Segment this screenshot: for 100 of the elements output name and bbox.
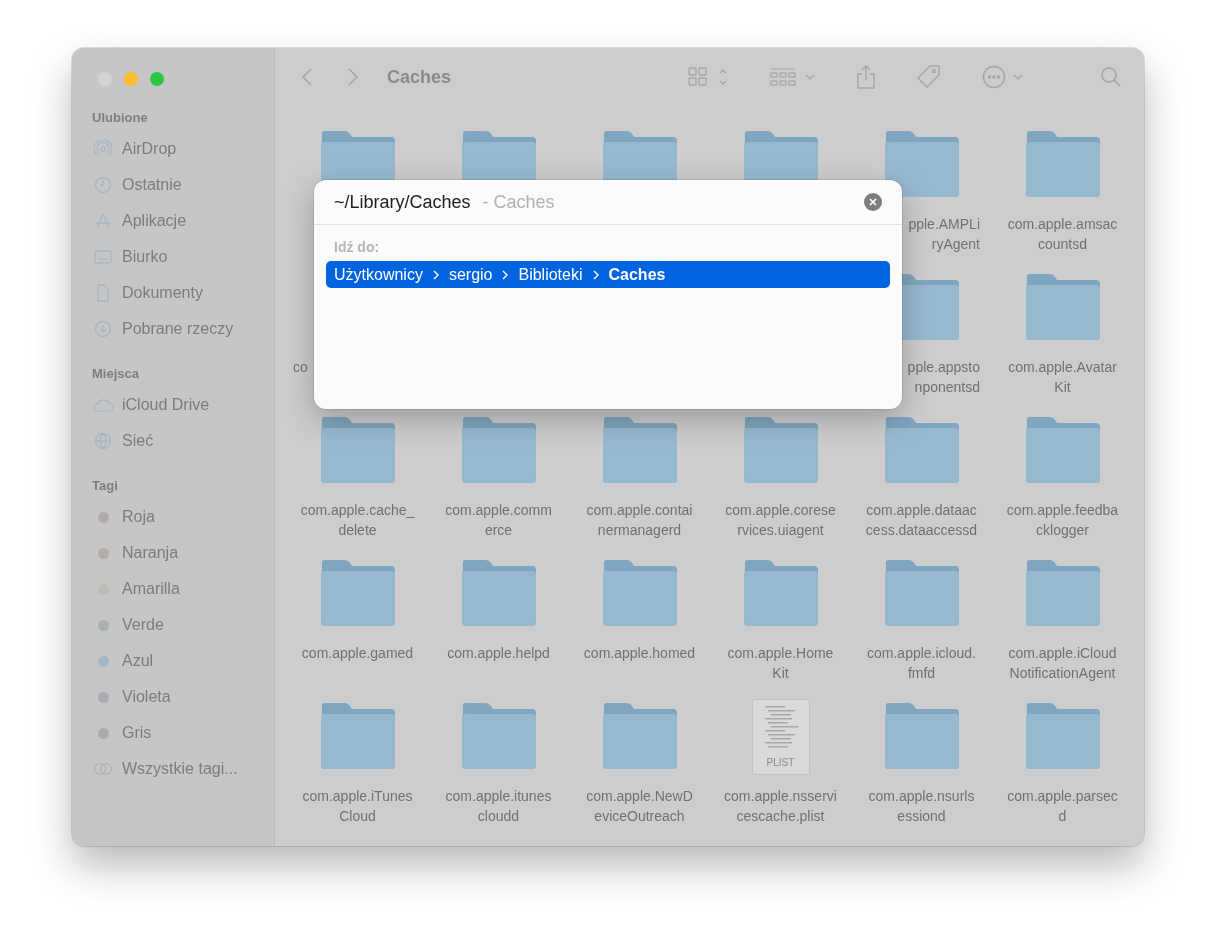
folder-icon (1023, 274, 1102, 340)
folder-icon (600, 703, 679, 769)
file-name: com.apple.gamed (300, 644, 415, 663)
chevron-icon (502, 269, 509, 280)
file-name: com.apple.nsurls essiond (867, 787, 976, 826)
window-control-button[interactable] (124, 72, 138, 86)
result-row[interactable]: Użytkownicy sergio Biblioteki Caches (326, 261, 890, 288)
folder-icon (741, 417, 820, 483)
sidebar-item[interactable]: Verde (92, 607, 274, 643)
sidebar-item[interactable]: iCloud Drive (92, 387, 274, 423)
document-icon (94, 284, 112, 302)
section-title: Miejsca (92, 366, 140, 381)
path-label: Biblioteki (518, 265, 583, 284)
item-label: AirDrop (122, 140, 177, 158)
folder-icon (882, 560, 961, 626)
file-name: co (292, 358, 309, 377)
sidebar-item[interactable]: Sieć (92, 423, 274, 459)
item-label: Sieć (122, 432, 154, 450)
sidebar-item[interactable]: Gris (92, 715, 274, 751)
item-label: Violeta (122, 688, 171, 706)
sidebar-item[interactable]: Dokumenty (92, 275, 274, 311)
path-field[interactable]: ~/Library/Caches - Caches (334, 191, 864, 213)
folder-icon (318, 703, 397, 769)
file-type: PLIST (765, 757, 796, 768)
file-name: com.apple.cache_ delete (299, 501, 416, 540)
x-icon (869, 198, 877, 206)
window-title: Caches (387, 66, 453, 88)
file-name: com.apple.icloud. fmfd (866, 644, 977, 683)
item-label: Ostatnie (122, 176, 182, 194)
cloud-icon (92, 396, 114, 414)
clear-button[interactable] (864, 193, 882, 211)
file-name: com.apple.homed (582, 644, 697, 663)
sidebar-item[interactable]: Naranja (92, 535, 274, 571)
sidebar-item[interactable]: AirDrop (92, 131, 274, 167)
file-name: com.apple.contai nermanagerd (585, 501, 694, 540)
share-icon[interactable] (856, 64, 876, 90)
sidebar-item[interactable]: Violeta (92, 679, 274, 715)
file-name: com.apple.Home Kit (726, 644, 835, 683)
item-label: Naranja (122, 544, 179, 562)
window-control-button[interactable] (150, 72, 164, 86)
folder-icon (318, 560, 397, 626)
path-label: Użytkownicy (334, 265, 423, 284)
sidebar-item[interactable]: Ostatnie (92, 167, 274, 203)
folder-icon (600, 560, 679, 626)
desktop-icon (94, 248, 112, 266)
folder-icon (741, 560, 820, 626)
file-name: com.apple.parsec d (1006, 787, 1119, 826)
file-name: com.apple.amsac countsd (1006, 215, 1119, 254)
folder-icon (882, 131, 961, 197)
path-label: sergio (448, 265, 493, 284)
file-name: pple.appsto nponentsd (906, 358, 981, 397)
folder-icon (1023, 131, 1102, 197)
section-title: Ulubione (92, 110, 149, 125)
item-label: Verde (122, 616, 164, 634)
folder-icon (882, 417, 961, 483)
file-name: com.apple.feedba cklogger (1005, 501, 1120, 540)
folder-icon (600, 417, 679, 483)
file-name: com.apple.corese rvices.uiagent (724, 501, 837, 540)
sidebar-item[interactable]: Aplikacje (92, 203, 274, 239)
sidebar-item[interactable]: Pobrane rzeczy (92, 311, 274, 347)
folder-icon (1023, 417, 1102, 483)
sidebar-item[interactable]: Amarilla (92, 571, 274, 607)
item-label: Biurko (122, 248, 168, 266)
folder-icon (459, 417, 538, 483)
path-label: Caches (608, 265, 666, 284)
download-icon (94, 320, 112, 338)
file-name: com.apple.NewD eviceOutreach (585, 787, 694, 826)
item-label: Wszystkie tagi... (122, 760, 238, 778)
section-title: Idź do: (334, 239, 381, 255)
airdrop-icon (94, 140, 112, 158)
sidebar-item[interactable]: Azul (92, 643, 274, 679)
item-label: Amarilla (122, 580, 180, 598)
search-icon[interactable] (1100, 66, 1122, 88)
file-name: pple.AMPLi ryAgent (907, 215, 981, 254)
item-label: Roja (122, 508, 155, 526)
back-icon[interactable] (301, 67, 313, 87)
file-name: com.apple.dataac cess.dataaccessd (864, 501, 979, 540)
item-label: Dokumenty (122, 284, 203, 302)
field-suffix: - Caches (482, 191, 555, 213)
sidebar-item[interactable]: Wszystkie tagi... (92, 751, 274, 787)
file-name: com.apple.iCloud NotificationAgent (1007, 644, 1118, 683)
item-label: Gris (122, 724, 152, 742)
item-label: Pobrane rzeczy (122, 320, 234, 338)
folder-icon (459, 560, 538, 626)
forward-icon[interactable] (347, 67, 359, 87)
folder-icon (1023, 560, 1102, 626)
tag-icon[interactable] (916, 64, 942, 90)
file-name: com.apple.itunes cloudd (444, 787, 553, 826)
item-label: Azul (122, 652, 154, 670)
sidebar-item[interactable]: Biurko (92, 239, 274, 275)
file-name: com.apple.nsservi cescache.plist (723, 787, 838, 826)
file-name: com.apple.iTunes Cloud (301, 787, 414, 826)
chevron-icon (592, 269, 599, 280)
folder-icon (882, 703, 961, 769)
group-icon[interactable] (770, 66, 816, 88)
apps-icon (94, 212, 112, 230)
folder-icon (318, 417, 397, 483)
chevron-icon (432, 269, 439, 280)
item-label: Aplikacje (122, 212, 187, 230)
sidebar-item[interactable]: Roja (92, 499, 274, 535)
